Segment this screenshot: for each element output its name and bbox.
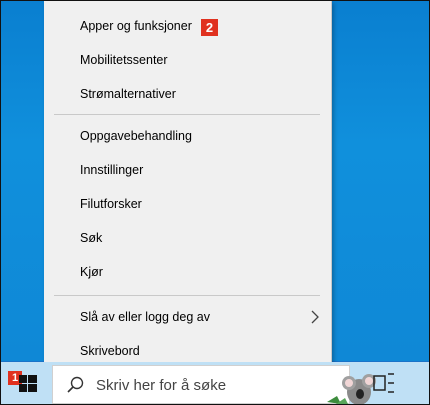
menu-item-label: Oppgavebehandling (80, 129, 192, 143)
menu-item-label: Apper og funksjoner (80, 19, 192, 33)
screen: Apper og funksjoner 2 Mobilitetssenter S… (0, 0, 430, 405)
menu-item-settings[interactable]: Innstillinger (44, 155, 331, 185)
menu-item-run[interactable]: Kjør (44, 257, 331, 287)
task-view-icon[interactable] (373, 373, 395, 393)
menu-separator (54, 114, 320, 115)
menu-item-label: Filutforsker (80, 197, 142, 211)
chevron-right-icon (311, 310, 319, 324)
menu-separator (54, 295, 320, 296)
menu-item-shutdown-signout[interactable]: Slå av eller logg deg av (44, 302, 331, 332)
taskbar: 1 Skriv her for å søke (1, 362, 429, 404)
menu-item-power-options[interactable]: Strømalternativer (44, 79, 331, 109)
menu-item-label: Strømalternativer (80, 87, 176, 101)
menu-item-task-manager[interactable]: Oppgavebehandling (44, 121, 331, 151)
menu-item-mobility-center[interactable]: Mobilitetssenter (44, 45, 331, 75)
menu-item-file-explorer[interactable]: Filutforsker (44, 189, 331, 219)
start-button[interactable]: 1 (1, 362, 49, 404)
taskbar-search-box[interactable]: Skriv her for å søke (52, 365, 376, 404)
search-icon (67, 376, 84, 393)
quick-link-menu: Apper og funksjoner 2 Mobilitetssenter S… (44, 1, 332, 370)
menu-item-label: Slå av eller logg deg av (80, 310, 210, 324)
windows-logo-icon (19, 375, 37, 392)
menu-item-label: Skrivebord (80, 344, 140, 358)
menu-item-apps-features[interactable]: Apper og funksjoner 2 (44, 11, 331, 41)
menu-item-label: Innstillinger (80, 163, 144, 177)
menu-item-label: Søk (80, 231, 103, 245)
menu-item-label: Mobilitetssenter (80, 53, 168, 67)
menu-item-label: Kjør (80, 265, 103, 279)
search-placeholder: Skriv her for å søke (96, 377, 227, 394)
annotation-badge-2: 2 (201, 19, 218, 36)
menu-item-search[interactable]: Søk (44, 223, 331, 253)
